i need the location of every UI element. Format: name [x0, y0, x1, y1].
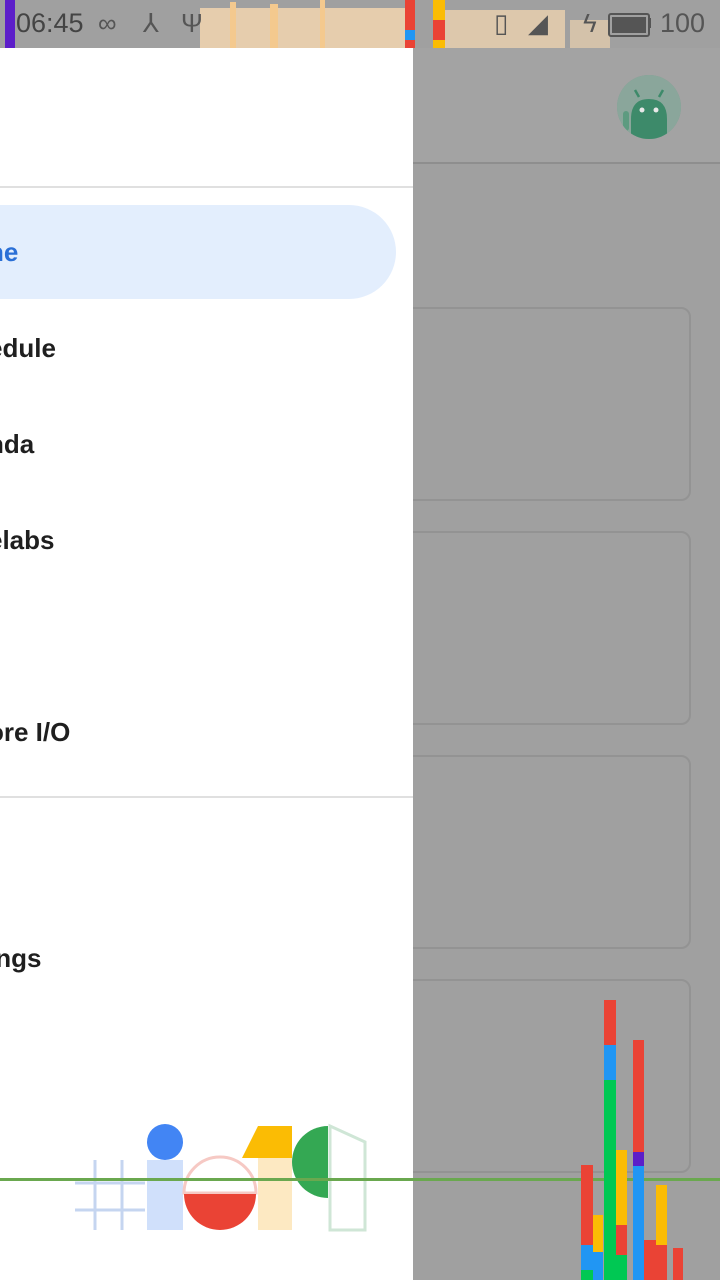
nav-item-label: ings: [0, 942, 42, 973]
status-time: 06:45: [16, 8, 84, 38]
screen: 06:45 ∞ ⅄ Ψ ▯ ◢ ϟ 100 ne edule nda elabs…: [0, 0, 720, 1280]
account-avatar[interactable]: [617, 75, 681, 139]
gpu-profile-bars: [581, 1000, 683, 1280]
usb-icon: Ψ: [181, 8, 203, 38]
background-card[interactable]: [395, 531, 691, 725]
background-card[interactable]: [395, 307, 691, 501]
nav-item-label: elabs: [0, 524, 55, 555]
nav-item-label: ne: [0, 236, 19, 267]
drawer-divider: [0, 186, 413, 188]
navigation-drawer: ne edule nda elabs ore I/O ings: [0, 48, 413, 1280]
status-bar: 06:45 ∞ ⅄ Ψ ▯ ◢ ϟ 100: [0, 0, 720, 48]
io-logo: [75, 1123, 367, 1232]
nav-item-agenda[interactable]: nda: [0, 397, 396, 491]
nav-item-label: nda: [0, 428, 35, 459]
charging-icon: ϟ: [583, 8, 597, 38]
infinity-icon: ∞: [98, 8, 117, 38]
nav-item-home[interactable]: ne: [0, 205, 396, 299]
signal-icon: ◢: [528, 8, 548, 38]
profiling-accent: [5, 0, 15, 48]
nav-item-schedule[interactable]: edule: [0, 301, 396, 395]
drawer-divider: [0, 796, 413, 798]
android-icon: [617, 75, 681, 139]
share-hub-icon: ⅄: [143, 8, 159, 38]
nav-item-explore-io[interactable]: ore I/O: [0, 685, 396, 779]
vibrate-icon: ▯: [494, 8, 509, 38]
battery-cap: [648, 18, 651, 28]
nav-item-codelabs[interactable]: elabs: [0, 493, 396, 587]
nav-item-label: ore I/O: [0, 716, 71, 747]
battery-icon: [608, 13, 650, 37]
battery-percent: 100: [660, 8, 706, 38]
background-card[interactable]: [395, 755, 691, 949]
nav-item-settings[interactable]: ings: [0, 911, 396, 1005]
nav-item-label: edule: [0, 332, 56, 363]
